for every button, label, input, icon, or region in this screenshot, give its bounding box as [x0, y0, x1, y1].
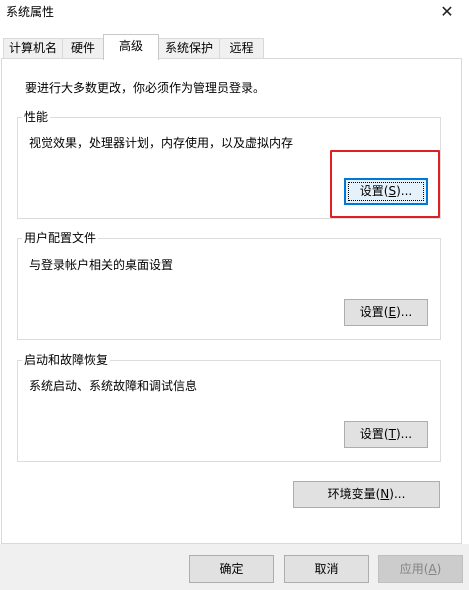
cancel-button[interactable]: 取消 — [284, 555, 369, 583]
apply-mnemonic: A — [428, 562, 437, 576]
performance-group-title: 性能 — [22, 110, 51, 124]
startup-recovery-settings-button[interactable]: 设置(T)... — [344, 421, 428, 448]
close-icon[interactable]: ✕ — [432, 2, 462, 22]
environment-variables-button[interactable]: 环境变量(N)... — [293, 481, 440, 508]
performance-description: 视觉效果，处理器计划，内存使用，以及虚拟内存 — [29, 136, 294, 150]
user-profiles-description: 与登录帐户相关的桌面设置 — [29, 258, 174, 272]
user-profiles-settings-button[interactable]: 设置(E)... — [344, 299, 428, 326]
tab-system-protection[interactable]: 系统保护 — [158, 38, 220, 58]
tab-hardware[interactable]: 硬件 — [62, 38, 104, 58]
tab-remote[interactable]: 远程 — [219, 38, 264, 58]
apply-label: 应用 — [399, 562, 424, 576]
window-title: 系统属性 — [6, 5, 55, 19]
apply-button[interactable]: 应用(A) — [378, 555, 463, 583]
startup-recovery-settings-label: 设置 — [359, 427, 384, 441]
startup-recovery-settings-mnemonic: T — [388, 427, 396, 441]
highlight-annotation-box — [330, 150, 440, 218]
user-profiles-settings-mnemonic: E — [388, 305, 397, 319]
admin-note: 要进行大多数更改，你必须作为管理员登录。 — [25, 81, 266, 95]
user-profiles-settings-label: 设置 — [359, 305, 384, 319]
startup-recovery-group-title: 启动和故障恢复 — [22, 353, 111, 367]
startup-recovery-description: 系统启动、系统故障和调试信息 — [29, 379, 198, 393]
tab-advanced[interactable]: 高级 — [103, 34, 159, 60]
ok-button[interactable]: 确定 — [189, 555, 274, 583]
user-profiles-group-title: 用户配置文件 — [22, 231, 99, 245]
environment-variables-mnemonic: N — [380, 487, 390, 501]
title-bar[interactable] — [0, 0, 469, 26]
environment-variables-label: 环境变量 — [327, 487, 376, 501]
tab-computer-name[interactable]: 计算机名 — [3, 38, 63, 58]
